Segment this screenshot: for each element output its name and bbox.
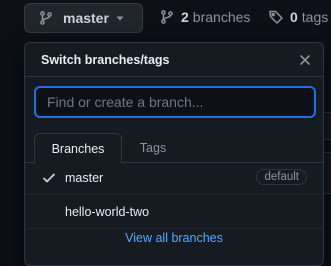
tags-count: 0 — [290, 9, 298, 25]
branch-switcher-popover: Switch branches/tags Branches Tags maste… — [24, 42, 324, 266]
branch-name: hello-world-two — [65, 204, 150, 219]
branch-filter-input[interactable] — [34, 86, 316, 118]
tags-link[interactable]: 0 tags — [268, 9, 328, 25]
tab-branches[interactable]: Branches — [34, 133, 122, 164]
default-badge: default — [256, 169, 307, 185]
popover-title: Switch branches/tags — [41, 53, 170, 67]
check-icon — [41, 170, 57, 186]
close-icon[interactable] — [297, 52, 313, 68]
branch-select-button[interactable]: master — [24, 3, 143, 33]
tag-icon — [268, 9, 284, 25]
tab-tags[interactable]: Tags — [133, 133, 173, 163]
branches-count: 2 — [181, 9, 189, 25]
branch-item-hello-world-two[interactable]: hello-world-two — [25, 195, 323, 229]
popover-header: Switch branches/tags — [25, 43, 323, 77]
git-branch-icon — [159, 9, 175, 25]
git-branch-icon — [38, 10, 54, 26]
branch-tag-tabs: Branches Tags — [25, 133, 323, 164]
tags-label: tags — [301, 9, 329, 25]
caret-down-icon — [115, 13, 125, 23]
branch-name: master — [65, 170, 104, 185]
branches-link[interactable]: 2 branches — [159, 9, 250, 25]
branch-item-master[interactable]: master default — [25, 161, 323, 195]
view-all-branches-link[interactable]: View all branches — [25, 231, 323, 245]
branch-select-label: master — [63, 10, 109, 26]
branches-label: branches — [192, 9, 251, 25]
